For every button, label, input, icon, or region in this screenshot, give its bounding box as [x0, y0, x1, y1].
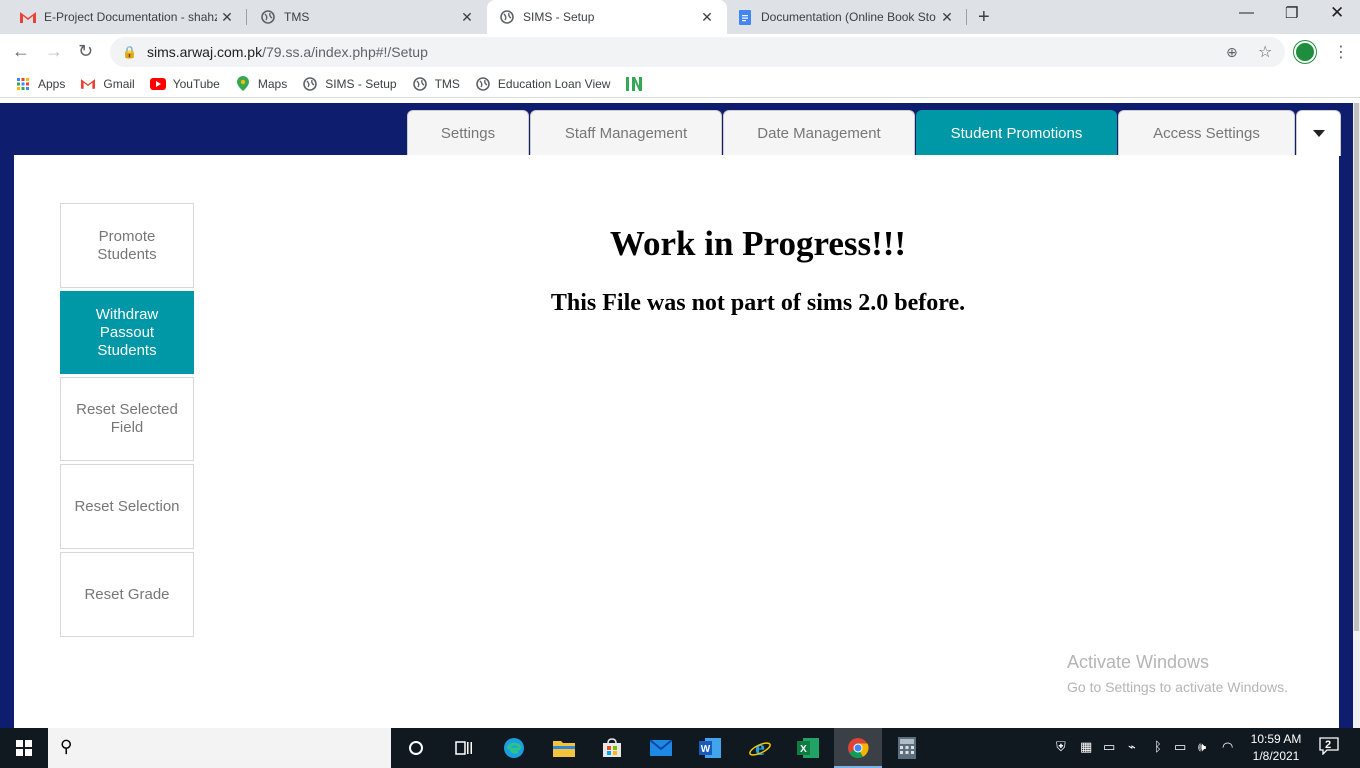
tab-student-promotions[interactable]: Student Promotions: [916, 110, 1117, 156]
volume-tray-icon[interactable]: 🕪: [1198, 739, 1206, 755]
clock-time: 10:59 AM: [1250, 732, 1302, 746]
in-logo-icon: [625, 76, 643, 92]
tab-settings[interactable]: Settings: [407, 110, 529, 156]
sidebar-item-reset-selection[interactable]: Reset Selection: [60, 464, 194, 549]
profile-avatar[interactable]: [1294, 41, 1316, 63]
bookmark-apps[interactable]: Apps: [15, 76, 65, 92]
calculator-icon[interactable]: [883, 728, 931, 768]
globe-icon: [260, 9, 276, 25]
setup-tabs: Settings Staff Management Date Managemen…: [407, 110, 1342, 156]
browser-tab-tms[interactable]: TMS ✕: [240, 0, 487, 34]
cortana-icon[interactable]: [392, 728, 440, 768]
browser-toolbar: ← → ↻ 🔒 sims.arwaj.com.pk/79.ss.a/index.…: [0, 34, 1360, 70]
taskbar-clock[interactable]: 10:59 AM 1/8/2021: [1246, 731, 1306, 765]
sidebar-item-reset-selected-field[interactable]: Reset Selected Field: [60, 377, 194, 461]
store-icon[interactable]: [588, 728, 636, 768]
youtube-icon: [149, 76, 166, 92]
bookmarks-bar: Apps Gmail YouTube Maps SIMS - Setup TMS: [0, 70, 1360, 98]
task-view-icon[interactable]: [440, 728, 488, 768]
bookmark-maps[interactable]: Maps: [235, 76, 287, 92]
sidebar-item-withdraw-passout-students[interactable]: Withdraw Passout Students: [60, 291, 194, 374]
zoom-icon[interactable]: ⊕: [1226, 44, 1238, 61]
browser-tab-sims-setup[interactable]: SIMS - Setup ✕: [487, 0, 727, 34]
minimize-icon[interactable]: —: [1239, 4, 1254, 21]
page-scrollbar[interactable]: [1353, 103, 1360, 728]
bookmark-sims-setup[interactable]: SIMS - Setup: [302, 76, 397, 92]
watermark-title: Activate Windows: [1067, 652, 1210, 672]
bookmark-youtube[interactable]: YouTube: [149, 76, 220, 92]
close-tab-icon[interactable]: ✕: [697, 9, 717, 26]
close-window-icon[interactable]: ✕: [1330, 3, 1344, 23]
excel-icon[interactable]: X: [784, 728, 832, 768]
address-bar[interactable]: 🔒 sims.arwaj.com.pk/79.ss.a/index.php#!/…: [110, 37, 1285, 67]
tab-access-settings[interactable]: Access Settings: [1118, 110, 1295, 156]
word-icon[interactable]: W: [686, 728, 734, 768]
url-host: sims.arwaj.com.pk: [146, 44, 263, 60]
restore-icon[interactable]: ❐: [1285, 4, 1298, 22]
clock-date: 1/8/2021: [1252, 749, 1300, 763]
bookmark-gmail[interactable]: Gmail: [80, 76, 135, 92]
chrome-icon[interactable]: [834, 728, 882, 768]
back-icon[interactable]: ←: [12, 41, 30, 62]
url-path: /79.ss.a/index.php#!/Setup: [262, 44, 428, 60]
activate-windows-watermark: Activate Windows Go to Settings to activ…: [1067, 652, 1288, 695]
svg-text:W: W: [701, 744, 711, 755]
tab-staff-management[interactable]: Staff Management: [530, 110, 722, 156]
svg-text:X: X: [800, 744, 807, 755]
edge-icon[interactable]: [490, 728, 538, 768]
forward-icon[interactable]: →: [45, 41, 63, 62]
svg-text:e: e: [755, 737, 765, 759]
file-explorer-icon[interactable]: [540, 728, 588, 768]
menu-kebab-icon[interactable]: ⋮: [1333, 42, 1349, 62]
usb-tray-icon[interactable]: ⌁: [1128, 739, 1136, 755]
shield-tray-icon[interactable]: ⛨: [1056, 739, 1066, 755]
globe-icon: [475, 76, 491, 92]
gmail-icon: [80, 76, 96, 92]
browser-tab-documentation[interactable]: Documentation (Online Book Sto ✕: [727, 0, 967, 34]
new-tab-button[interactable]: +: [978, 6, 990, 29]
reload-icon[interactable]: ↻: [78, 41, 93, 62]
windows-start-icon[interactable]: [16, 740, 32, 756]
page-subheading: This File was not part of sims 2.0 befor…: [550, 290, 966, 316]
gmail-icon: [20, 9, 36, 25]
bookmark-star-icon[interactable]: ☆: [1258, 42, 1272, 62]
promotions-sidebar: Promote Students Withdraw Passout Studen…: [60, 203, 194, 640]
windows-taskbar: ⚲ W e X ⛨ ▦ ▭ ⌁ ᛒ ▭ 🕪 ◠ 10:59 AM 1/8/202…: [0, 728, 1360, 768]
watermark-subtitle: Go to Settings to activate Windows.: [1067, 679, 1288, 695]
sidebar-item-reset-grade[interactable]: Reset Grade: [60, 552, 194, 637]
browser-tab-strip: E-Project Documentation - shahz ✕ TMS ✕ …: [0, 0, 1360, 34]
tabs-dropdown-button[interactable]: [1296, 110, 1341, 156]
display-tray-icon[interactable]: ▭: [1103, 739, 1115, 755]
bookmark-education-loan-view[interactable]: Education Loan View: [475, 76, 610, 92]
bookmark-in-logo[interactable]: [625, 76, 650, 92]
tab-date-management[interactable]: Date Management: [723, 110, 915, 156]
bookmark-tms[interactable]: TMS: [412, 76, 460, 92]
notification-count: 2: [1324, 739, 1332, 751]
close-tab-icon[interactable]: ✕: [457, 9, 477, 26]
search-icon: ⚲: [60, 737, 73, 756]
scrollbar-thumb[interactable]: [1354, 103, 1359, 631]
docs-icon: [737, 9, 753, 25]
maps-pin-icon: [235, 76, 251, 92]
lock-icon: 🔒: [122, 45, 137, 59]
caret-down-icon: [1312, 130, 1325, 137]
internet-explorer-icon[interactable]: e: [736, 728, 784, 768]
page-heading: Work in Progress!!!: [609, 224, 907, 263]
network-tray-icon[interactable]: ▦: [1080, 739, 1092, 755]
sidebar-item-promote-students[interactable]: Promote Students: [60, 203, 194, 288]
apps-grid-icon: [15, 76, 31, 92]
close-tab-icon[interactable]: ✕: [217, 9, 237, 26]
mail-icon[interactable]: [637, 728, 685, 768]
globe-icon: [302, 76, 318, 92]
browser-tab-gmail[interactable]: E-Project Documentation - shahz ✕: [0, 0, 247, 34]
battery-tray-icon[interactable]: ▭: [1174, 739, 1186, 755]
bluetooth-tray-icon[interactable]: ᛒ: [1154, 739, 1162, 754]
wifi-tray-icon[interactable]: ◠: [1222, 739, 1233, 755]
globe-icon: [499, 9, 515, 25]
close-tab-icon[interactable]: ✕: [937, 9, 957, 26]
globe-icon: [412, 76, 428, 92]
notification-center-icon[interactable]: 2: [1318, 737, 1340, 759]
taskbar-search-box[interactable]: ⚲: [48, 728, 391, 768]
